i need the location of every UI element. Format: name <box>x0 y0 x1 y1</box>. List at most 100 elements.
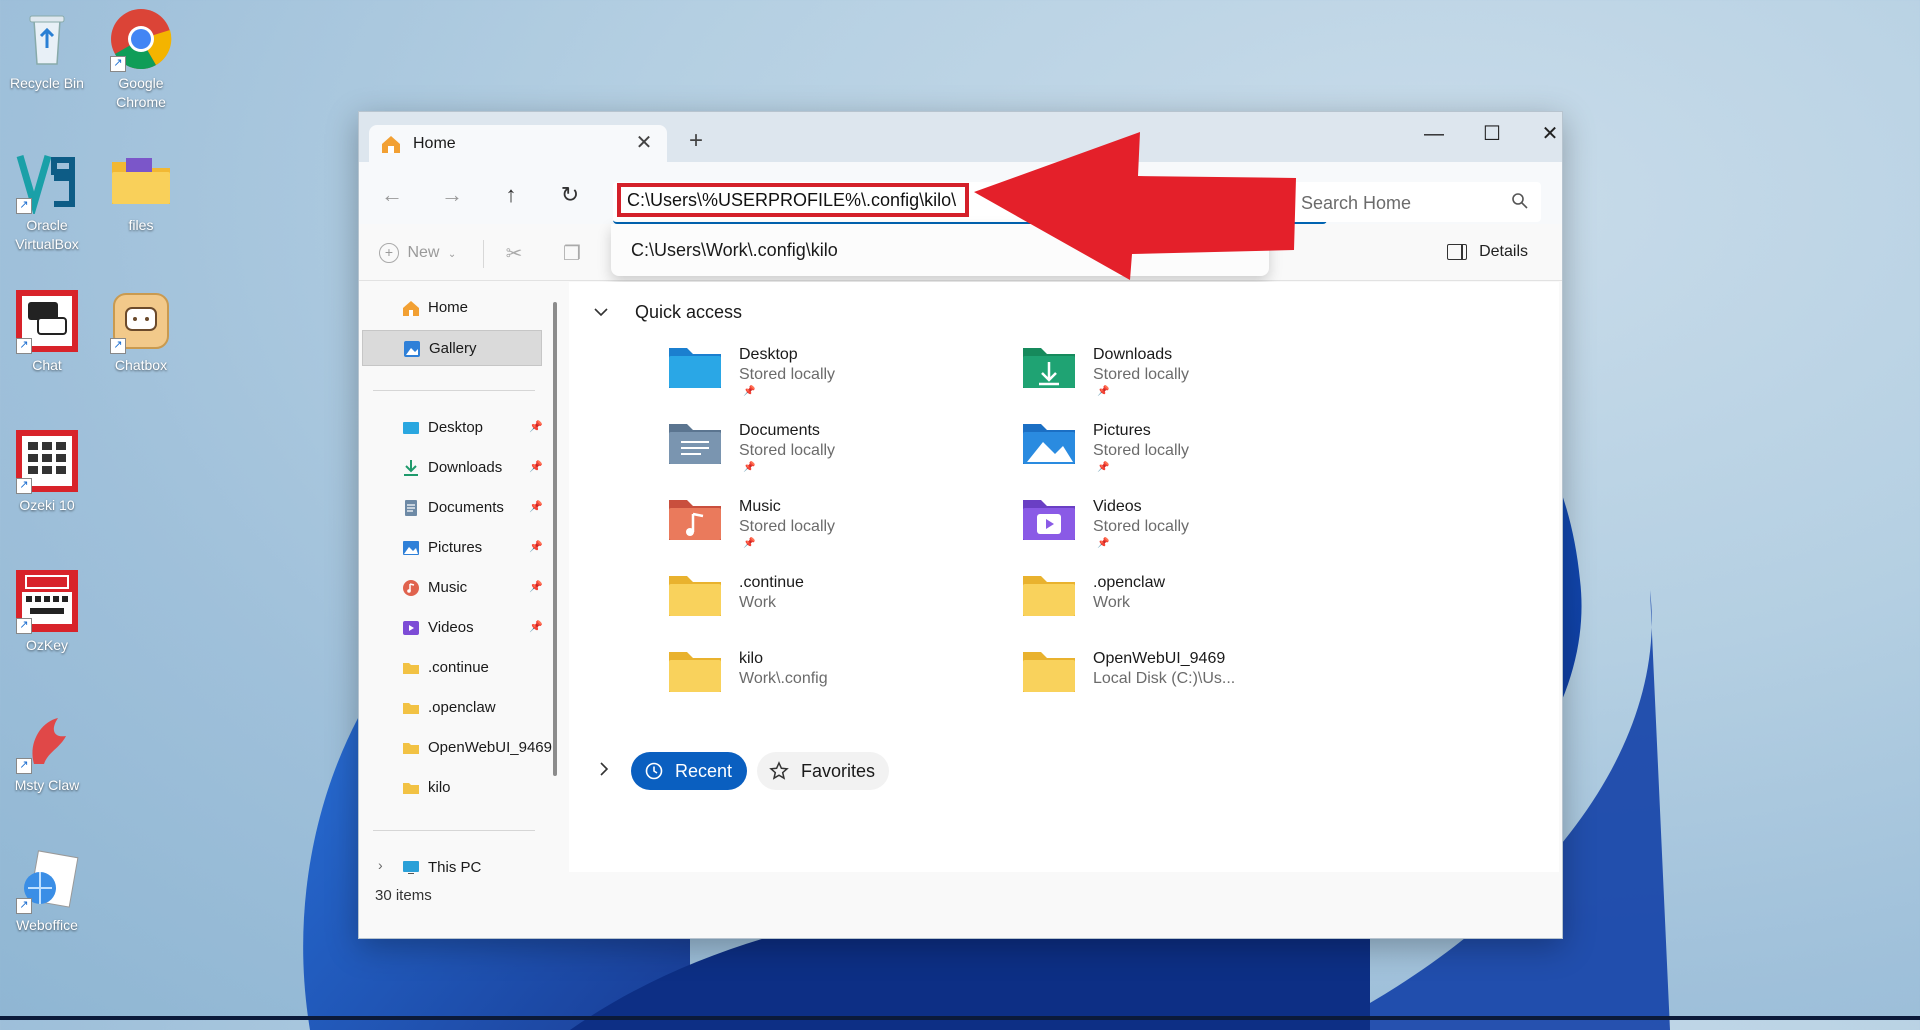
home-icon <box>382 136 400 153</box>
desktop-icon-google-chrome[interactable]: ↗ Google Chrome <box>96 6 186 112</box>
quick-access-item-continue[interactable]: .continue Work <box>667 568 987 640</box>
favorites-label: Favorites <box>801 761 876 781</box>
forward-button[interactable]: → <box>435 178 469 212</box>
sidebar-item-label: Videos <box>428 619 474 636</box>
desktop-icon-chat[interactable]: ↗ Chat <box>2 288 92 375</box>
search-box[interactable] <box>1289 182 1541 222</box>
favorites-button[interactable]: Favorites <box>757 752 889 790</box>
pin-icon: 📌 <box>743 462 756 473</box>
address-bar[interactable] <box>613 182 1327 224</box>
sidebar-item-desktop[interactable]: Desktop 📌 <box>362 410 543 446</box>
minimize-button[interactable]: — <box>1411 117 1457 151</box>
item-location: Stored locally <box>1093 366 1190 383</box>
desktop-icon-label: files <box>128 217 154 233</box>
quick-access-item-openclaw[interactable]: .openclaw Work <box>1021 568 1341 640</box>
refresh-button[interactable]: ↻ <box>553 178 587 212</box>
tab-home[interactable]: Home ✕ <box>369 125 667 162</box>
recent-button[interactable]: Recent <box>631 752 747 790</box>
ozkey-icon: ↗ <box>14 568 80 634</box>
sidebar-item-gallery[interactable]: Gallery <box>362 330 542 366</box>
details-pane-icon <box>1446 243 1467 260</box>
quick-access-item-videos[interactable]: Videos Stored locally 📌 <box>1021 492 1341 564</box>
shortcut-arrow-icon: ↗ <box>16 618 32 634</box>
quick-access-item-documents[interactable]: Documents Stored locally 📌 <box>667 416 987 488</box>
sidebar-item-home[interactable]: Home <box>362 290 542 326</box>
maximize-button[interactable]: ☐ <box>1469 117 1515 151</box>
quick-access-item-downloads[interactable]: Downloads Stored locally 📌 <box>1021 340 1341 412</box>
clock-icon <box>645 762 663 780</box>
navigation-bar: ← → ↑ ↻ <box>359 162 1562 224</box>
quick-access-item-desktop[interactable]: Desktop Stored locally 📌 <box>667 340 987 412</box>
sidebar-item-downloads[interactable]: Downloads 📌 <box>362 450 543 486</box>
desktop-folder-icon <box>669 348 721 388</box>
shortcut-arrow-icon: ↗ <box>110 338 126 354</box>
desktop-icon-label: Recycle Bin <box>10 75 84 91</box>
details-label: Details <box>1479 243 1528 260</box>
new-tab-button[interactable]: + <box>681 126 711 156</box>
item-name: Videos <box>1093 498 1142 515</box>
sidebar-scrollbar[interactable] <box>553 302 557 776</box>
sidebar-item-documents[interactable]: Documents 📌 <box>362 490 543 526</box>
recent-label: Recent <box>675 761 733 781</box>
folder-icon <box>669 576 721 616</box>
back-button[interactable]: ← <box>375 178 409 212</box>
desktop-icon-recycle-bin[interactable]: Recycle Bin <box>2 6 92 93</box>
item-location: Stored locally <box>739 366 836 383</box>
desktop-icon-chatbox[interactable]: ↗ Chatbox <box>96 288 186 375</box>
desktop-icon-files[interactable]: files <box>96 148 186 235</box>
sidebar-item-label: Desktop <box>428 419 484 436</box>
sidebar-item-openclaw[interactable]: .openclaw <box>362 690 542 726</box>
pictures-folder-icon <box>1023 424 1075 464</box>
quick-access-item-pictures[interactable]: Pictures Stored locally 📌 <box>1021 416 1341 488</box>
desktop-icon-weboffice[interactable]: ↗ Weboffice <box>2 848 92 935</box>
desktop-icon-label: Oracle VirtualBox <box>15 217 79 252</box>
videos-icon <box>403 621 419 635</box>
sidebar-divider <box>373 390 535 391</box>
chevron-down-icon: ⌄ <box>447 249 457 261</box>
cut-icon[interactable]: ✂ <box>501 241 527 267</box>
shortcut-arrow-icon: ↗ <box>16 758 32 774</box>
pictures-icon <box>403 541 419 555</box>
copy-icon[interactable]: ❐ <box>559 241 585 267</box>
taskbar-edge <box>0 1016 1920 1020</box>
pin-icon: 📌 <box>529 541 543 553</box>
gallery-icon <box>404 341 420 357</box>
sidebar-item-videos[interactable]: Videos 📌 <box>362 610 543 646</box>
desktop-icon-msty-claw[interactable]: ↗ Msty Claw <box>2 708 92 795</box>
videos-folder-icon <box>1023 500 1075 540</box>
sidebar-item-label: Home <box>428 299 469 316</box>
folder-icon <box>669 652 721 692</box>
desktop-icon-oracle-virtualbox[interactable]: ↗ Oracle VirtualBox <box>2 148 92 254</box>
close-button[interactable]: ✕ <box>1527 117 1562 151</box>
status-bar: 30 items <box>359 874 1562 938</box>
sidebar-divider <box>373 830 535 831</box>
new-button-label: New <box>407 244 440 262</box>
sidebar-item-pictures[interactable]: Pictures 📌 <box>362 530 543 566</box>
msty-claw-icon: ↗ <box>14 708 80 774</box>
item-name: Documents <box>739 422 820 439</box>
sidebar-item-continue[interactable]: .continue <box>362 650 542 686</box>
quick-access-item-kilo[interactable]: kilo Work\.config <box>667 644 987 716</box>
item-location: Work <box>1093 594 1131 611</box>
item-name: .openclaw <box>1093 574 1166 591</box>
sidebar-item-kilo[interactable]: kilo <box>362 770 542 806</box>
desktop-icon-ozkey[interactable]: ↗ OzKey <box>2 568 92 655</box>
up-button[interactable]: ↑ <box>494 178 528 212</box>
details-button[interactable]: Details <box>1446 243 1528 261</box>
chevron-right-icon[interactable] <box>597 760 611 778</box>
address-input[interactable] <box>617 183 969 217</box>
chevron-down-icon[interactable] <box>593 304 609 320</box>
search-input[interactable] <box>1299 188 1503 218</box>
item-count: 30 items <box>375 887 432 904</box>
item-location: Stored locally <box>739 442 836 459</box>
new-button[interactable]: + New ⌄ <box>379 243 456 263</box>
autocomplete-suggestion[interactable]: C:\Users\Work\.config\kilo <box>631 240 838 261</box>
quick-access-item-music[interactable]: Music Stored locally 📌 <box>667 492 987 564</box>
tab-title: Home <box>413 135 456 152</box>
desktop-icon-label: Chatbox <box>114 357 168 373</box>
tab-close-button[interactable]: ✕ <box>631 130 657 156</box>
sidebar-item-openwebui[interactable]: OpenWebUI_9469 <box>362 730 552 766</box>
sidebar-item-music[interactable]: Music 📌 <box>362 570 543 606</box>
desktop-icon-ozeki[interactable]: ↗ Ozeki 10 <box>2 428 92 515</box>
quick-access-item-openwebui[interactable]: OpenWebUI_9469 Local Disk (C:)\Us... <box>1021 644 1341 716</box>
